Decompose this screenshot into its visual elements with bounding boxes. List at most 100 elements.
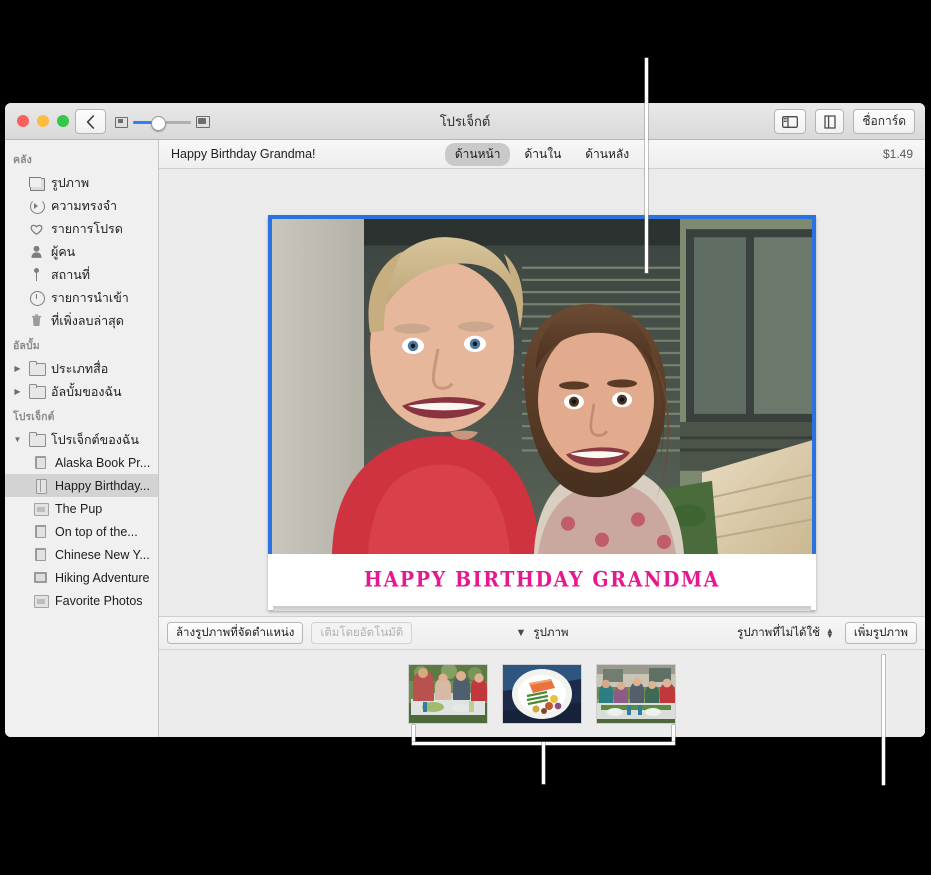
sidebar-section-header-library: คลัง [13, 154, 32, 166]
sidebar-item-my-albums[interactable]: ▶ อัลบั้มของฉัน [5, 380, 158, 403]
card-drop-shadow [273, 606, 811, 611]
sidebar-item-favorite-photos[interactable]: Favorite Photos [5, 589, 158, 612]
card-photo-well[interactable] [268, 215, 816, 554]
sidebar-item-label: รูปภาพ [51, 175, 90, 190]
sidebar-item-people[interactable]: ผู้คน [5, 240, 158, 263]
photos-icon [28, 175, 45, 191]
book-icon [32, 524, 49, 539]
project-header-bar: Happy Birthday Grandma! ด้านหน้า ด้านใน … [159, 140, 925, 169]
tab-card-back[interactable]: ด้านหลัง [575, 143, 639, 166]
sidebar-item-label: Happy Birthday... [55, 478, 150, 493]
sidebar-item-label: โปรเจ็กต์ของฉัน [51, 432, 139, 447]
photo-filter-popup[interactable]: รูปภาพที่ไม่ได้ใช้ ▲ ▼ [733, 622, 838, 644]
sidebar-item-recently-deleted[interactable]: ที่เพิ่งลบล่าสุด [5, 309, 158, 332]
sidebar-item-memories[interactable]: ความทรงจำ [5, 194, 158, 217]
sidebar-item-label: The Pup [55, 501, 103, 516]
sidebar-item-label: ผู้คน [51, 244, 76, 259]
sidebar-item-label: Chinese New Y... [55, 547, 150, 562]
sidebar-item-photos[interactable]: รูปภาพ [5, 171, 158, 194]
map-pin-icon [28, 267, 45, 282]
tab-card-inside[interactable]: ด้านใน [514, 143, 571, 166]
sidebar-item-alaska-book[interactable]: Alaska Book Pr... [5, 451, 158, 474]
photos-app-window: โปรเจ็กต์ ชื่อการ์ด คลัง รูปภาพ ความทรงจ… [5, 103, 925, 737]
clock-icon [28, 290, 45, 306]
tab-card-front[interactable]: ด้านหน้า [444, 142, 511, 166]
card-view-button[interactable] [815, 109, 845, 134]
sidebar-item-my-projects[interactable]: ▼ โปรเจ็กต์ของฉัน [5, 428, 158, 451]
sidebar-item-label: On top of the... [55, 524, 138, 539]
tray-thumbnail[interactable] [596, 664, 676, 724]
card-caption-text: HAPPY BIRTHDAY GRANDMA [364, 567, 720, 593]
sidebar-item-label: Favorite Photos [55, 593, 143, 608]
memories-icon [28, 198, 45, 214]
book-icon [32, 547, 49, 562]
add-photos-button[interactable]: เพิ่มรูปภาพ [844, 622, 917, 644]
trash-icon [28, 313, 45, 328]
sidebar-item-label: Alaska Book Pr... [55, 455, 151, 470]
slideshow-icon [32, 501, 49, 516]
sidebar-item-label: รายการนำเข้า [51, 290, 129, 305]
disclosure-triangle[interactable]: ▼ [13, 435, 22, 444]
photo-filter-label: รูปภาพที่ไม่ได้ใช้ [737, 627, 820, 639]
greeting-card[interactable]: HAPPY BIRTHDAY GRANDMA [268, 215, 816, 610]
sidebar-item-places[interactable]: สถานที่ [5, 263, 158, 286]
card-name-button[interactable]: ชื่อการ์ด [853, 109, 915, 134]
photo-tray [159, 649, 925, 737]
toolbar-right-controls: รูปภาพที่ไม่ได้ใช้ ▲ ▼ เพิ่มรูปภาพ [733, 622, 917, 644]
sidebar-item-happy-birthday[interactable]: Happy Birthday... [5, 474, 158, 497]
card-side-segmented-control: ด้านหน้า ด้านใน ด้านหลัง [159, 142, 925, 166]
clear-placed-photos-button[interactable]: ล้างรูปภาพที่จัดตำแหน่ง [167, 622, 304, 644]
tray-thumbnail[interactable] [408, 664, 488, 724]
photos-popup-label[interactable]: รูปภาพ [533, 624, 568, 642]
sidebar-section-header-projects: โปรเจ็กต์ [13, 411, 55, 423]
sidebar-item-label: ความทรงจำ [51, 198, 118, 213]
sidebar-item-label: รายการโปรด [51, 221, 123, 236]
grandma-and-granddaughter-photo [272, 219, 812, 554]
book-icon [32, 455, 49, 470]
chevron-down-icon[interactable]: ▼ [516, 627, 527, 639]
family-dinner-outdoors-thumb [409, 665, 487, 723]
disclosure-triangle[interactable]: ▶ [13, 387, 22, 396]
sidebar-item-label: อัลบั้มของฉัน [51, 384, 122, 399]
sidebar-item-media-types[interactable]: ▶ ประเภทสื่อ [5, 357, 158, 380]
slideshow-icon [32, 593, 49, 608]
toolbar-right-group: ชื่อการ์ด [774, 109, 915, 134]
family-table-group-thumb [597, 665, 675, 723]
card-view-icon [824, 114, 836, 129]
sidebar-toggle-button[interactable] [774, 109, 807, 134]
folder-icon [28, 360, 46, 376]
print-icon [32, 570, 49, 585]
tray-thumbnail[interactable] [502, 664, 582, 724]
autofill-button[interactable]: เติมโดยอัตโนมัติ [311, 622, 413, 644]
callout-line-card-photo [645, 58, 648, 273]
sidebar-item-label: ที่เพิ่งลบล่าสุด [51, 313, 124, 328]
photo-tray-toolbar: ล้างรูปภาพที่จัดตำแหน่ง เติมโดยอัตโนมัติ… [159, 616, 925, 649]
card-caption[interactable]: HAPPY BIRTHDAY GRANDMA [268, 554, 816, 610]
sidebar-item-hiking-adventure[interactable]: Hiking Adventure [5, 566, 158, 589]
disclosure-triangle[interactable]: ▶ [13, 364, 22, 373]
sidebar-item-label: Hiking Adventure [55, 570, 150, 585]
window-body: คลัง รูปภาพ ความทรงจำ รายการโปรด ผู้คน ส… [5, 140, 925, 737]
sidebar-toggle-icon [782, 115, 799, 128]
sidebar-item-on-top-of-the[interactable]: On top of the... [5, 520, 158, 543]
folder-icon [28, 383, 46, 399]
folder-icon [28, 431, 46, 447]
window-titlebar: โปรเจ็กต์ ชื่อการ์ด [5, 103, 925, 140]
card-icon [32, 478, 49, 494]
callout-line-add-photos [882, 655, 885, 785]
heart-icon [28, 221, 45, 236]
people-icon [28, 244, 45, 259]
sidebar-item-label: สถานที่ [51, 267, 91, 282]
callout-bracket-stem [542, 742, 545, 784]
project-content-area: Happy Birthday Grandma! ด้านหน้า ด้านใน … [159, 140, 925, 737]
card-canvas: HAPPY BIRTHDAY GRANDMA ตัวเลือก [159, 169, 925, 616]
sidebar-item-imports[interactable]: รายการนำเข้า [5, 286, 158, 309]
sidebar-item-favorites[interactable]: รายการโปรด [5, 217, 158, 240]
up-down-stepper-icon[interactable]: ▲ ▼ [826, 627, 834, 640]
sidebar-item-the-pup[interactable]: The Pup [5, 497, 158, 520]
sidebar: คลัง รูปภาพ ความทรงจำ รายการโปรด ผู้คน ส… [5, 140, 159, 737]
sidebar-section-header-albums: อัลบั้ม [13, 340, 40, 352]
salmon-plate-closeup-thumb [503, 665, 581, 723]
sidebar-item-chinese-new-year[interactable]: Chinese New Y... [5, 543, 158, 566]
sidebar-item-label: ประเภทสื่อ [51, 361, 109, 376]
